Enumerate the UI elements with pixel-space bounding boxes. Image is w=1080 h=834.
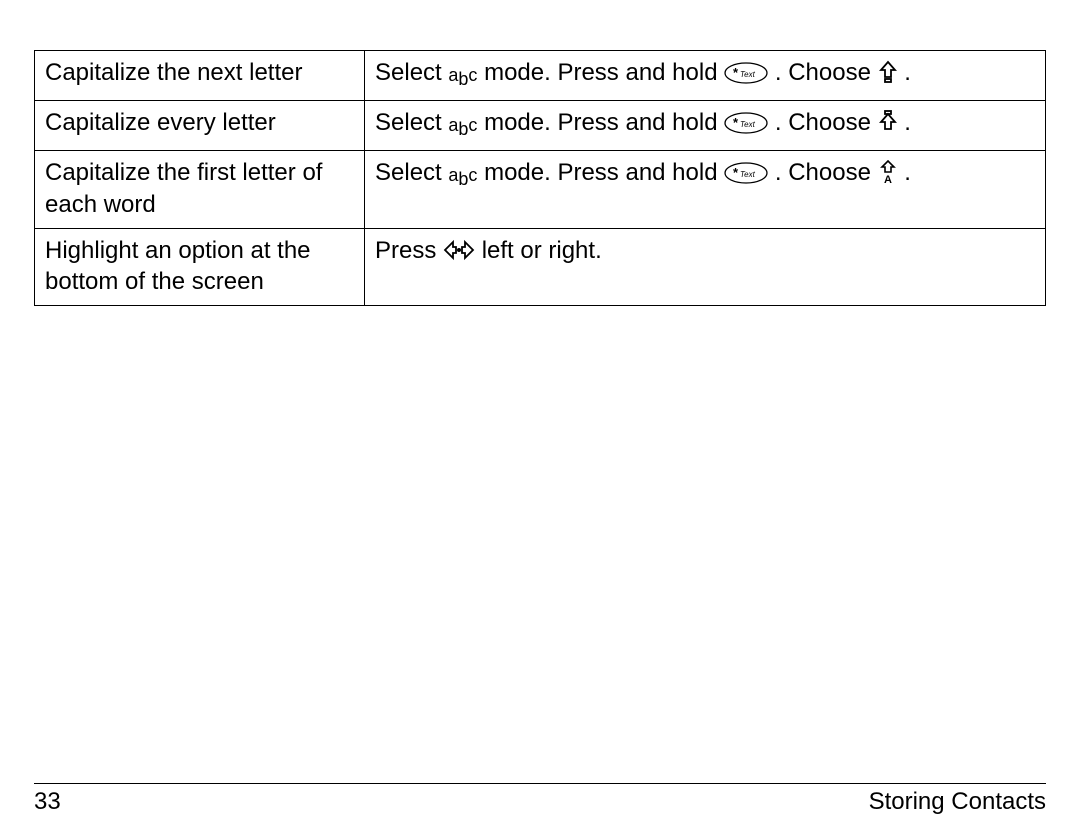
nav-left-right-icon [443, 238, 475, 270]
instr-text: Select [375, 159, 442, 186]
instr-text: . Choose [775, 109, 878, 136]
svg-text:Text: Text [740, 170, 756, 179]
instr-text: Select [375, 109, 442, 136]
svg-text:*: * [733, 165, 739, 180]
action-cell: Capitalize the first letter of each word [35, 151, 365, 228]
svg-text:Text: Text [740, 120, 756, 129]
instruction-cell: Select abc mode. Press and hold * Text .… [365, 51, 1046, 101]
instructions-table: Capitalize the next letter Select abc mo… [34, 50, 1046, 306]
instr-text: Press [375, 237, 443, 264]
svg-text:*: * [733, 115, 739, 130]
instruction-cell: Press left or right. [365, 228, 1046, 305]
instr-text: . [904, 159, 911, 186]
instr-text: . [904, 109, 911, 136]
instr-text: left or right. [482, 237, 602, 264]
svg-text:Text: Text [740, 70, 756, 79]
instr-text: Select [375, 59, 442, 86]
instr-text: mode. Press and hold [484, 159, 724, 186]
instruction-cell: Select abc mode. Press and hold * Text .… [365, 151, 1046, 228]
svg-text:A: A [884, 174, 892, 184]
page-number: 33 [34, 788, 61, 816]
instr-text: mode. Press and hold [484, 109, 724, 136]
table-row: Highlight an option at the bottom of the… [35, 228, 1046, 305]
abc-mode-icon: abc [448, 64, 477, 87]
page-footer: 33 Storing Contacts [34, 783, 1046, 816]
action-cell: Highlight an option at the bottom of the… [35, 228, 365, 305]
instruction-cell: Select abc mode. Press and hold * Text .… [365, 101, 1046, 151]
cap-next-icon [878, 60, 898, 92]
table-row: Capitalize every letter Select abc mode.… [35, 101, 1046, 151]
star-text-key-icon: * Text [724, 111, 768, 142]
abc-mode-icon: abc [448, 164, 477, 187]
instr-text: . [904, 59, 911, 86]
cap-all-icon [878, 110, 898, 142]
star-text-key-icon: * Text [724, 161, 768, 192]
svg-text:*: * [733, 65, 739, 80]
instr-text: . Choose [775, 159, 878, 186]
action-cell: Capitalize the next letter [35, 51, 365, 101]
star-text-key-icon: * Text [724, 61, 768, 92]
action-cell: Capitalize every letter [35, 101, 365, 151]
section-title: Storing Contacts [869, 788, 1046, 816]
cap-word-icon: A [878, 160, 898, 192]
abc-mode-icon: abc [448, 114, 477, 137]
instr-text: . Choose [775, 59, 878, 86]
table-row: Capitalize the next letter Select abc mo… [35, 51, 1046, 101]
table-row: Capitalize the first letter of each word… [35, 151, 1046, 228]
instr-text: mode. Press and hold [484, 59, 724, 86]
